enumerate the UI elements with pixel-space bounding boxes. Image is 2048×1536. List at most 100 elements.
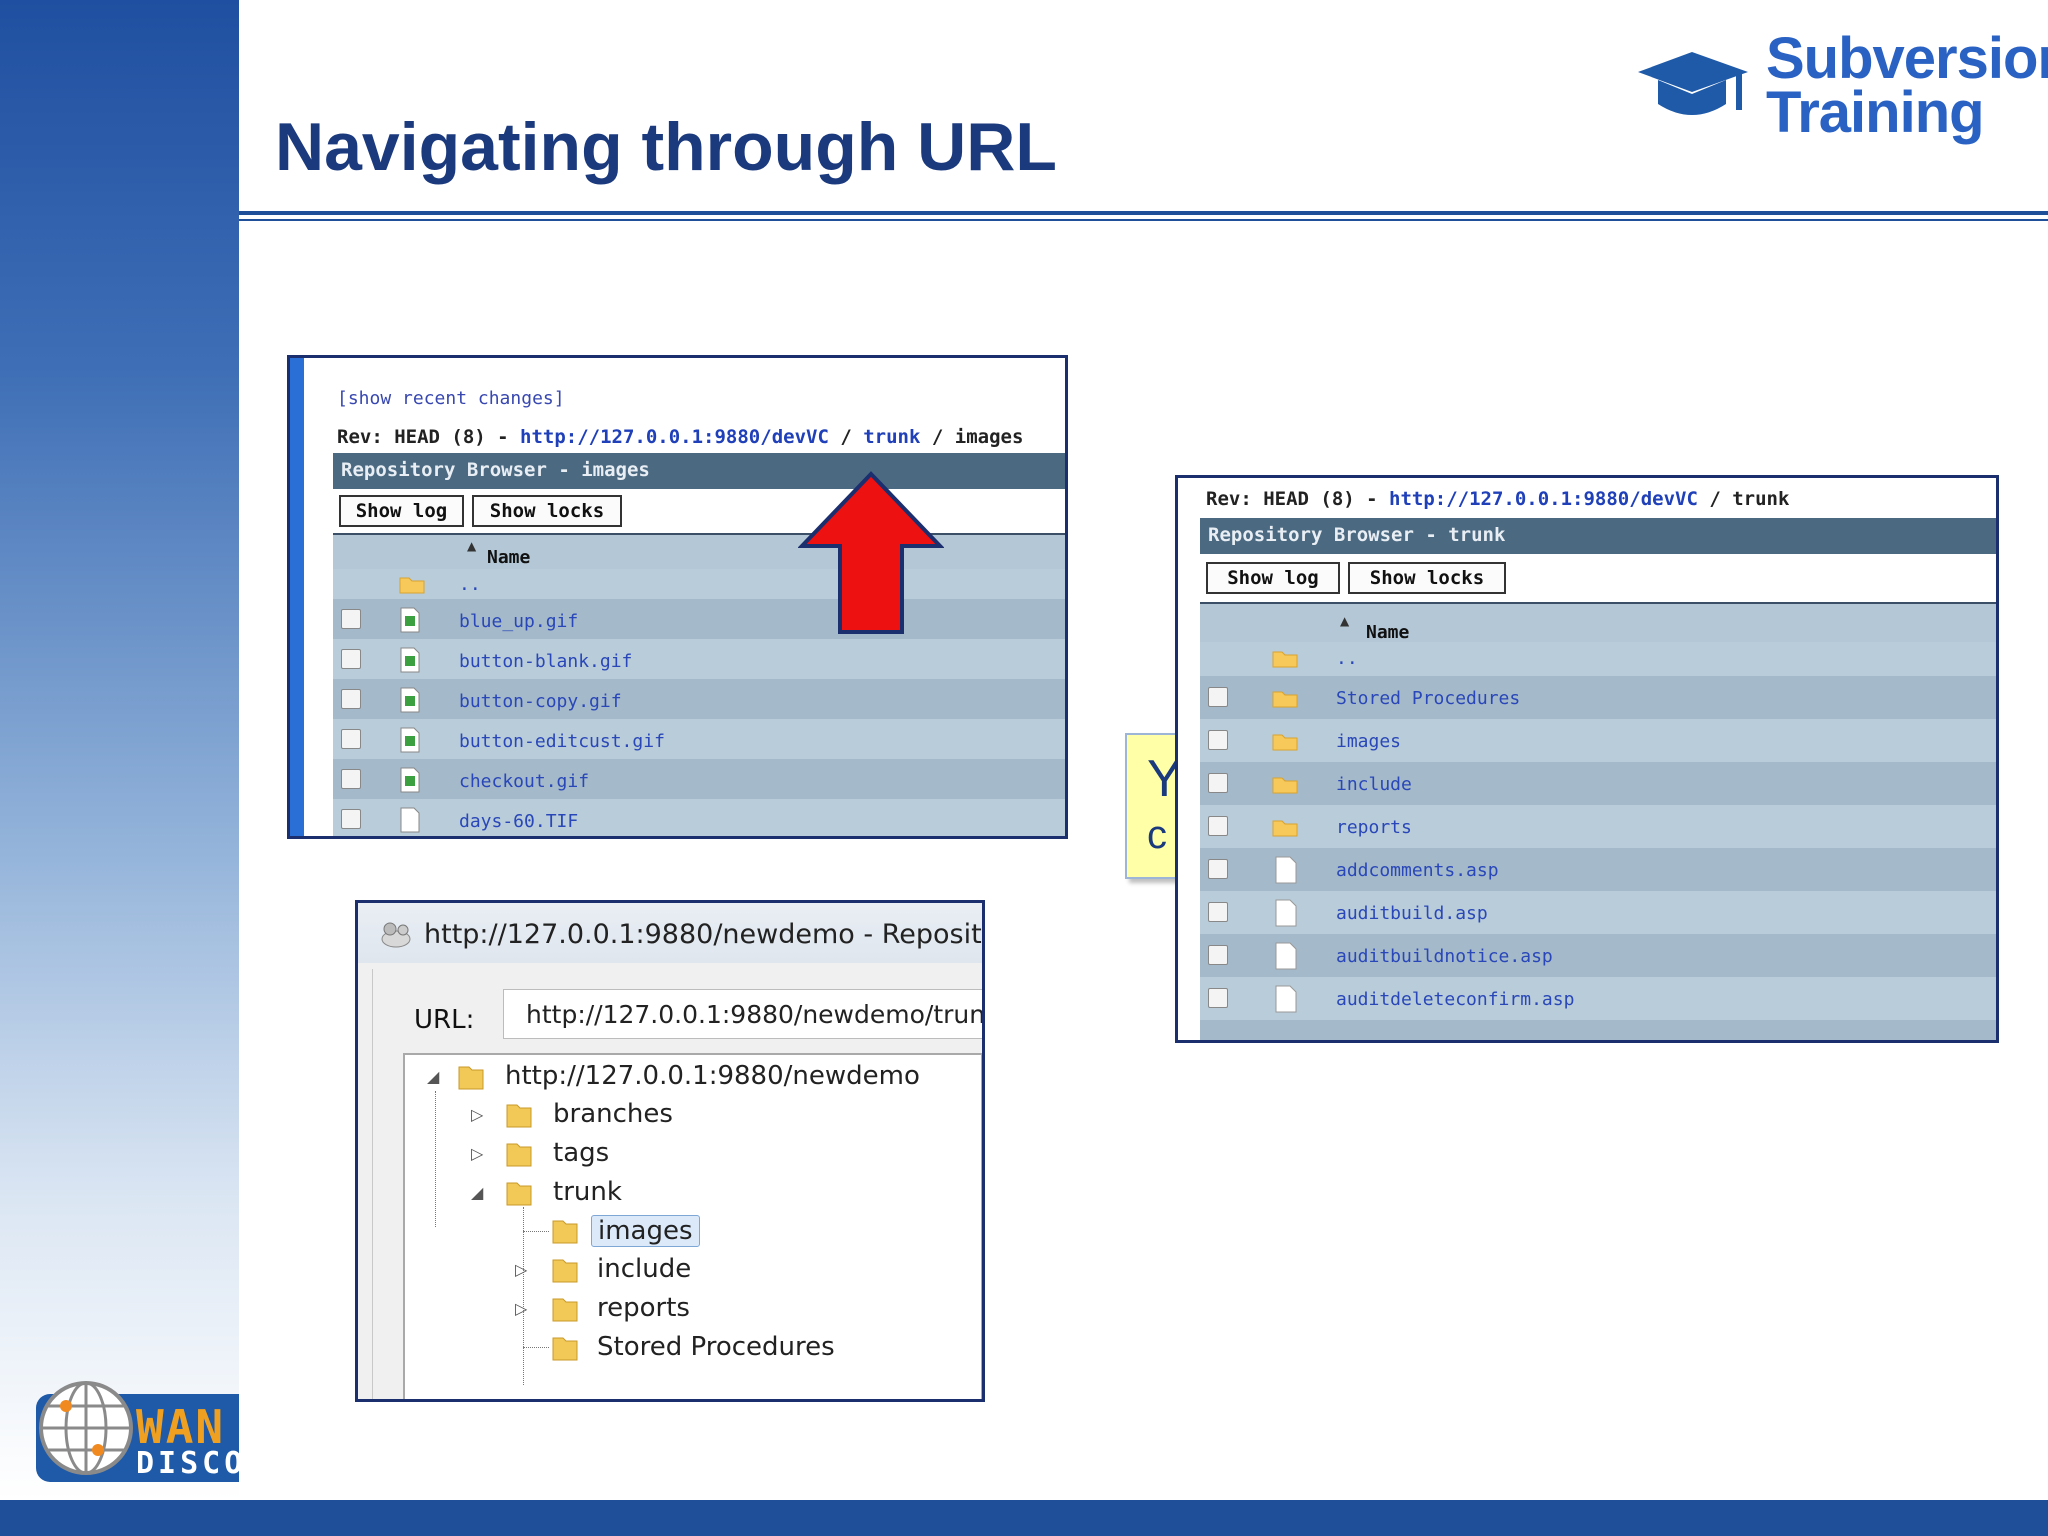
row-checkbox[interactable] bbox=[341, 609, 361, 629]
folder-icon bbox=[1272, 734, 1298, 751]
expand-triangle-icon[interactable]: ▷ bbox=[515, 1299, 527, 1318]
column-name-header[interactable]: Name bbox=[487, 547, 530, 568]
row-checkbox[interactable] bbox=[341, 649, 361, 669]
show-log-button[interactable]: Show log bbox=[339, 495, 464, 527]
folder-icon bbox=[1272, 651, 1298, 668]
tree-node-trunk[interactable]: trunk bbox=[553, 1177, 622, 1207]
expand-triangle-icon[interactable]: ▷ bbox=[471, 1105, 483, 1124]
file-icon bbox=[1275, 985, 1297, 1013]
tree-node-include[interactable]: include bbox=[597, 1254, 691, 1284]
row-checkbox[interactable] bbox=[1208, 730, 1228, 750]
expand-triangle-icon[interactable]: ▷ bbox=[515, 1260, 527, 1279]
file-link[interactable]: auditdeleteconfirm.asp bbox=[1336, 989, 1574, 1010]
file-link[interactable]: button-copy.gif bbox=[459, 691, 622, 712]
row-checkbox[interactable] bbox=[1208, 902, 1228, 922]
list-item[interactable]: button-editcust.gif bbox=[333, 719, 1065, 759]
expand-triangle-icon[interactable]: ▷ bbox=[471, 1144, 483, 1163]
show-recent-changes-link[interactable]: [show recent changes] bbox=[337, 388, 565, 409]
parent-folder-link[interactable]: .. bbox=[459, 574, 481, 595]
folder-icon bbox=[458, 1066, 484, 1090]
row-checkbox[interactable] bbox=[1208, 988, 1228, 1008]
button-row: Show log Show locks bbox=[333, 489, 1065, 535]
row-checkbox[interactable] bbox=[341, 689, 361, 709]
list-item[interactable]: images bbox=[1200, 719, 1996, 762]
list-item[interactable]: addcomments.asp bbox=[1200, 848, 1996, 891]
list-item[interactable]: button-copy.gif bbox=[333, 679, 1065, 719]
folder-icon bbox=[1272, 691, 1298, 708]
rev-separator: / bbox=[1697, 488, 1733, 510]
folder-icon bbox=[1272, 777, 1298, 794]
show-log-button[interactable]: Show log bbox=[1206, 562, 1340, 594]
url-label: URL: bbox=[414, 1005, 475, 1035]
list-item[interactable]: checkout.gif bbox=[333, 759, 1065, 799]
collapse-triangle-icon[interactable]: ◢ bbox=[471, 1183, 483, 1202]
file-link[interactable]: blue_up.gif bbox=[459, 611, 578, 632]
parent-folder-link[interactable]: .. bbox=[1336, 648, 1358, 669]
title-rule-thin bbox=[239, 219, 2048, 221]
file-list: ▲ Name .. blue_up.gif button-blank.gif b… bbox=[333, 535, 1065, 836]
row-checkbox[interactable] bbox=[341, 769, 361, 789]
list-item[interactable]: Stored Procedures bbox=[1200, 676, 1996, 719]
repository-browser-header: Repository Browser - images bbox=[333, 453, 1065, 489]
show-locks-button[interactable]: Show locks bbox=[1348, 562, 1506, 594]
file-link[interactable]: addcomments.asp bbox=[1336, 860, 1499, 881]
rev-link-repo[interactable]: http://127.0.0.1:9880/devVC bbox=[1389, 488, 1698, 510]
wandisco-logo: WAN DISCO bbox=[36, 1376, 242, 1486]
row-checkbox[interactable] bbox=[341, 729, 361, 749]
column-name-header[interactable]: Name bbox=[1366, 622, 1409, 643]
folder-icon bbox=[506, 1104, 532, 1128]
list-item[interactable]: .. bbox=[1200, 642, 1996, 676]
url-input[interactable]: http://127.0.0.1:9880/newdemo/trun bbox=[503, 989, 985, 1039]
tree-guide bbox=[523, 1231, 549, 1232]
rev-current: trunk bbox=[1732, 488, 1790, 510]
file-link[interactable]: button-editcust.gif bbox=[459, 731, 665, 752]
folder-link[interactable]: images bbox=[1336, 731, 1401, 752]
slide-title: Navigating through URL bbox=[275, 109, 1057, 185]
file-link[interactable]: checkout.gif bbox=[459, 771, 589, 792]
up-arrow-icon bbox=[798, 471, 944, 634]
show-locks-button[interactable]: Show locks bbox=[472, 495, 622, 527]
file-link[interactable]: auditbuildnotice.asp bbox=[1336, 946, 1553, 967]
row-checkbox[interactable] bbox=[1208, 687, 1228, 707]
folder-link[interactable]: reports bbox=[1336, 817, 1412, 838]
tree-node-reports[interactable]: reports bbox=[597, 1293, 690, 1323]
sort-caret-icon: ▲ bbox=[467, 539, 477, 553]
url-value: http://127.0.0.1:9880/newdemo/trun bbox=[526, 1000, 985, 1029]
list-item[interactable]: blue_up.gif bbox=[333, 599, 1065, 639]
file-link[interactable]: days-60.TIF bbox=[459, 811, 578, 832]
row-checkbox[interactable] bbox=[1208, 816, 1228, 836]
list-item[interactable]: button-blank.gif bbox=[333, 639, 1065, 679]
folder-link[interactable]: include bbox=[1336, 774, 1412, 795]
row-checkbox[interactable] bbox=[1208, 773, 1228, 793]
list-item[interactable]: auditbuildnotice.asp bbox=[1200, 934, 1996, 977]
file-list: ▲ Name .. Stored Procedures images inclu… bbox=[1200, 604, 1996, 1040]
tree-guide bbox=[435, 1091, 436, 1227]
window-titlebar: http://127.0.0.1:9880/newdemo - Reposito… bbox=[358, 903, 982, 963]
tree-node-tags[interactable]: tags bbox=[553, 1138, 609, 1168]
title-rule bbox=[239, 211, 2048, 215]
file-link[interactable]: button-blank.gif bbox=[459, 651, 632, 672]
browser-edge bbox=[290, 358, 304, 836]
row-checkbox[interactable] bbox=[341, 809, 361, 829]
list-item[interactable]: .. bbox=[333, 569, 1065, 599]
list-item[interactable]: days-60.TIF bbox=[333, 799, 1065, 836]
rev-link-trunk[interactable]: trunk bbox=[863, 426, 920, 448]
list-item[interactable]: include bbox=[1200, 762, 1996, 805]
rev-link-repo[interactable]: http://127.0.0.1:9880/devVC bbox=[520, 426, 829, 448]
list-item[interactable]: auditbuild.asp bbox=[1200, 891, 1996, 934]
list-item[interactable]: auditdeleteconfirm.asp bbox=[1200, 977, 1996, 1020]
tree-node-images[interactable]: images bbox=[591, 1215, 700, 1247]
tree-node-stored-procedures[interactable]: Stored Procedures bbox=[597, 1332, 835, 1362]
image-file-icon bbox=[400, 727, 420, 753]
folder-link[interactable]: Stored Procedures bbox=[1336, 688, 1520, 709]
row-checkbox[interactable] bbox=[1208, 859, 1228, 879]
file-icon bbox=[1275, 856, 1297, 884]
file-link[interactable]: auditbuild.asp bbox=[1336, 903, 1488, 924]
tree-node-root[interactable]: http://127.0.0.1:9880/newdemo bbox=[505, 1061, 920, 1091]
collapse-triangle-icon[interactable]: ◢ bbox=[427, 1067, 439, 1086]
tree-node-branches[interactable]: branches bbox=[553, 1099, 673, 1129]
file-icon bbox=[1275, 899, 1297, 927]
column-header: ▲ Name bbox=[333, 535, 1065, 568]
list-item[interactable]: reports bbox=[1200, 805, 1996, 848]
row-checkbox[interactable] bbox=[1208, 945, 1228, 965]
